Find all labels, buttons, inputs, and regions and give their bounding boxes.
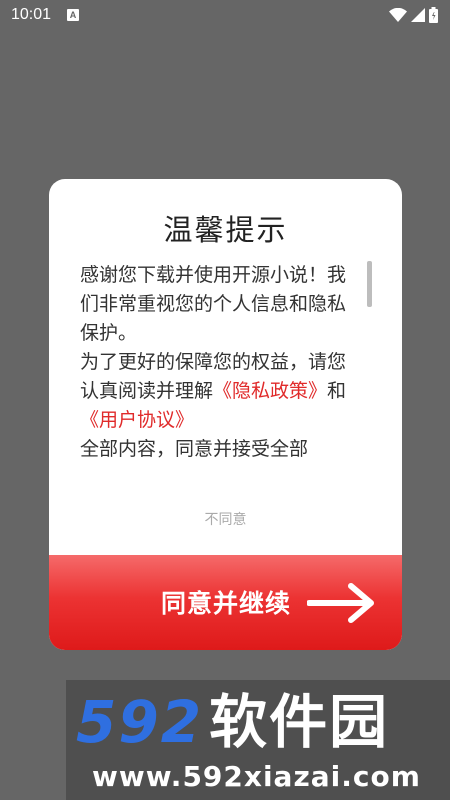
accept-text: 全部内容，同意并接受全部 — [80, 438, 309, 460]
dialog-body[interactable]: 感谢您下载并使用开源小说！我们非常重视您的个人信息和隐私保护。 为了更好的保障您… — [80, 261, 358, 493]
watermark-url: www.592xiazai.com — [92, 760, 421, 793]
privacy-policy-link[interactable]: 《隐私政策》 — [213, 380, 327, 402]
watermark-logo-text: 软件园 — [209, 688, 390, 756]
and-text: 和 — [327, 380, 347, 402]
status-bar: 10:01 A — [0, 0, 450, 30]
battery-icon — [429, 7, 438, 23]
agree-label: 同意并继续 — [161, 589, 292, 618]
agree-continue-button[interactable]: 同意并继续 — [49, 555, 402, 650]
status-icons — [389, 7, 438, 23]
intro-text: 感谢您下载并使用开源小说！我们非常重视您的个人信息和隐私保护。 — [80, 264, 347, 344]
wifi-icon — [389, 8, 407, 22]
dialog-title: 温馨提示 — [163, 213, 288, 247]
arrow-right-icon — [307, 583, 374, 623]
disagree-button[interactable]: 不同意 — [49, 509, 402, 529]
cellular-signal-icon — [411, 8, 425, 22]
watermark-logo-number: 592 — [76, 688, 204, 756]
status-time: 10:01 — [11, 6, 52, 23]
user-agreement-link[interactable]: 《用户协议》 — [80, 409, 194, 431]
watermark-logo: 592 软件园 — [76, 692, 389, 752]
privacy-dialog: 温馨提示 感谢您下载并使用开源小说！我们非常重视您的个人信息和隐私保护。 为了更… — [49, 179, 402, 650]
notification-a-icon: A — [67, 9, 79, 21]
watermark: 592 软件园 www.592xiazai.com — [66, 680, 450, 800]
scrollbar[interactable] — [367, 261, 372, 307]
rights-text: 为了更好的保障您的权益，请您认真阅读并理解《隐私政策》和《用户协议》 — [80, 348, 358, 435]
